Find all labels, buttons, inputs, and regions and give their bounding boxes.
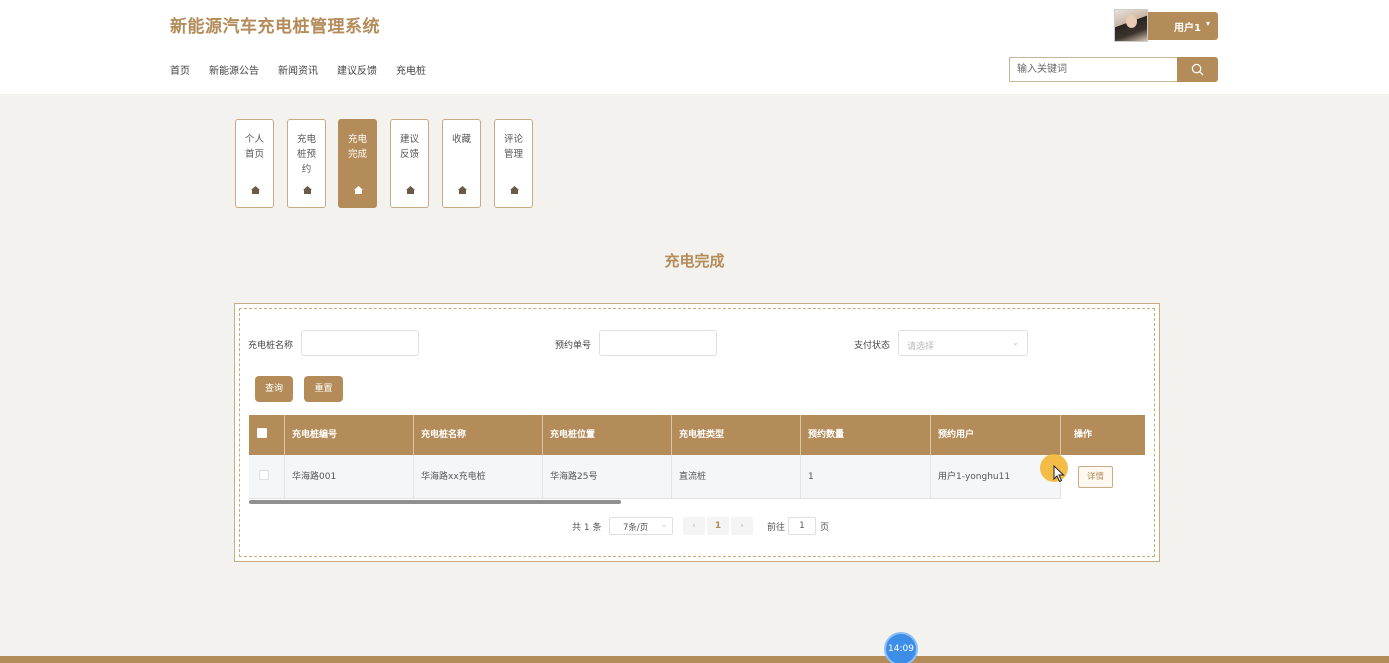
- column-header: 充电桩名称: [414, 415, 543, 455]
- tab-charging-complete[interactable]: 充电完成: [338, 119, 377, 208]
- query-button[interactable]: 查询: [255, 376, 293, 402]
- pile-name-input[interactable]: [301, 330, 419, 356]
- table-cell: 华海路25号: [543, 455, 672, 499]
- column-header: 充电桩位置: [543, 415, 672, 455]
- home-icon: [458, 186, 467, 194]
- prev-page-button[interactable]: ‹: [683, 517, 705, 535]
- order-no-input[interactable]: [599, 330, 717, 356]
- tab-comment-management[interactable]: 评论管理: [494, 119, 533, 208]
- table-cell: 华海路001: [285, 455, 414, 499]
- tab-label: 充电完成: [347, 134, 367, 160]
- column-header: 预约用户: [931, 415, 1061, 455]
- search-icon: [1191, 63, 1204, 76]
- tab-label: 充电桩预约: [296, 134, 316, 175]
- order-no-label: 预约单号: [555, 341, 592, 351]
- page-title: 充电完成: [664, 252, 725, 270]
- tab-label: 评论管理: [503, 134, 523, 160]
- table-cell: 1: [801, 455, 931, 499]
- goto-page-input[interactable]: 1: [788, 517, 816, 535]
- tab-personal-home[interactable]: 个人首页: [235, 119, 274, 208]
- tab-feedback[interactable]: 建议反馈: [390, 119, 429, 208]
- home-icon: [354, 186, 363, 194]
- home-icon: [251, 186, 260, 194]
- pay-status-placeholder: 请选择: [907, 342, 935, 352]
- next-page-button[interactable]: ›: [731, 517, 753, 535]
- search-button[interactable]: [1177, 57, 1218, 82]
- nav-item-news[interactable]: 新闻资讯: [278, 62, 318, 77]
- tab-favorites[interactable]: 收藏: [442, 119, 481, 208]
- header-checkbox-cell: [249, 415, 285, 455]
- page-suffix: 页: [820, 523, 830, 533]
- footer-bar: [0, 656, 1389, 663]
- tab-pile-reservation[interactable]: 充电桩预约: [287, 119, 326, 208]
- table-header: 充电桩编号 充电桩名称 充电桩位置 充电桩类型 预约数量 预约用户 操作: [249, 415, 1145, 455]
- pagination-total: 共 1 条: [572, 523, 602, 533]
- horizontal-scrollbar[interactable]: [249, 500, 621, 504]
- tab-label: 建议反馈: [399, 134, 419, 160]
- detail-button[interactable]: 详情: [1078, 466, 1113, 488]
- row-checkbox[interactable]: [259, 470, 269, 480]
- avatar[interactable]: [1114, 9, 1148, 42]
- column-header: 充电桩编号: [285, 415, 414, 455]
- chevron-down-icon: ⌄: [1012, 338, 1019, 347]
- nav-item-announcements[interactable]: 新能源公告: [209, 62, 259, 77]
- tab-label: 收藏: [451, 134, 471, 145]
- row-checkbox-cell: [249, 455, 285, 499]
- main-nav: 首页 新能源公告 新闻资讯 建议反馈 充电桩: [170, 62, 445, 77]
- select-all-checkbox[interactable]: [257, 428, 267, 438]
- page-number-1[interactable]: 1: [707, 517, 729, 535]
- column-header: 操作: [1074, 430, 1093, 440]
- site-title[interactable]: 新能源汽车充电桩管理系统: [170, 12, 380, 37]
- home-icon: [406, 186, 415, 194]
- pile-name-label: 充电桩名称: [248, 341, 294, 351]
- column-header: 充电桩类型: [672, 415, 801, 455]
- user-name[interactable]: 用户1: [1174, 19, 1201, 34]
- chevron-down-icon[interactable]: ▾: [1206, 19, 1210, 28]
- mouse-cursor-icon: [1053, 465, 1065, 483]
- table-row[interactable]: 华海路001 华海路xx充电桩 华海路25号 直流桩 1 用户1-yonghu1…: [249, 455, 1145, 499]
- table-cell: 华海路xx充电桩: [414, 455, 543, 499]
- column-header: 预约数量: [801, 415, 931, 455]
- page-size-value: 7条/页: [623, 523, 649, 533]
- chevron-down-icon: ⌄: [661, 521, 667, 529]
- reset-button[interactable]: 重置: [304, 376, 343, 402]
- home-icon: [303, 186, 312, 194]
- clock-badge: 14:09: [884, 632, 918, 663]
- home-icon: [510, 186, 519, 194]
- pay-status-select[interactable]: 请选择 ⌄: [898, 330, 1028, 356]
- tab-label: 个人首页: [244, 134, 264, 160]
- search-input[interactable]: [1009, 57, 1178, 82]
- table-cell: 直流桩: [672, 455, 801, 499]
- goto-label: 前往: [767, 523, 786, 533]
- nav-item-charging-piles[interactable]: 充电桩: [396, 62, 426, 77]
- nav-item-feedback[interactable]: 建议反馈: [337, 62, 377, 77]
- header: 新能源汽车充电桩管理系统 首页 新能源公告 新闻资讯 建议反馈 充电桩 用户1 …: [0, 0, 1389, 94]
- page-size-select[interactable]: 7条/页 ⌄: [609, 517, 673, 535]
- nav-item-home[interactable]: 首页: [170, 62, 190, 77]
- pay-status-label: 支付状态: [854, 341, 891, 351]
